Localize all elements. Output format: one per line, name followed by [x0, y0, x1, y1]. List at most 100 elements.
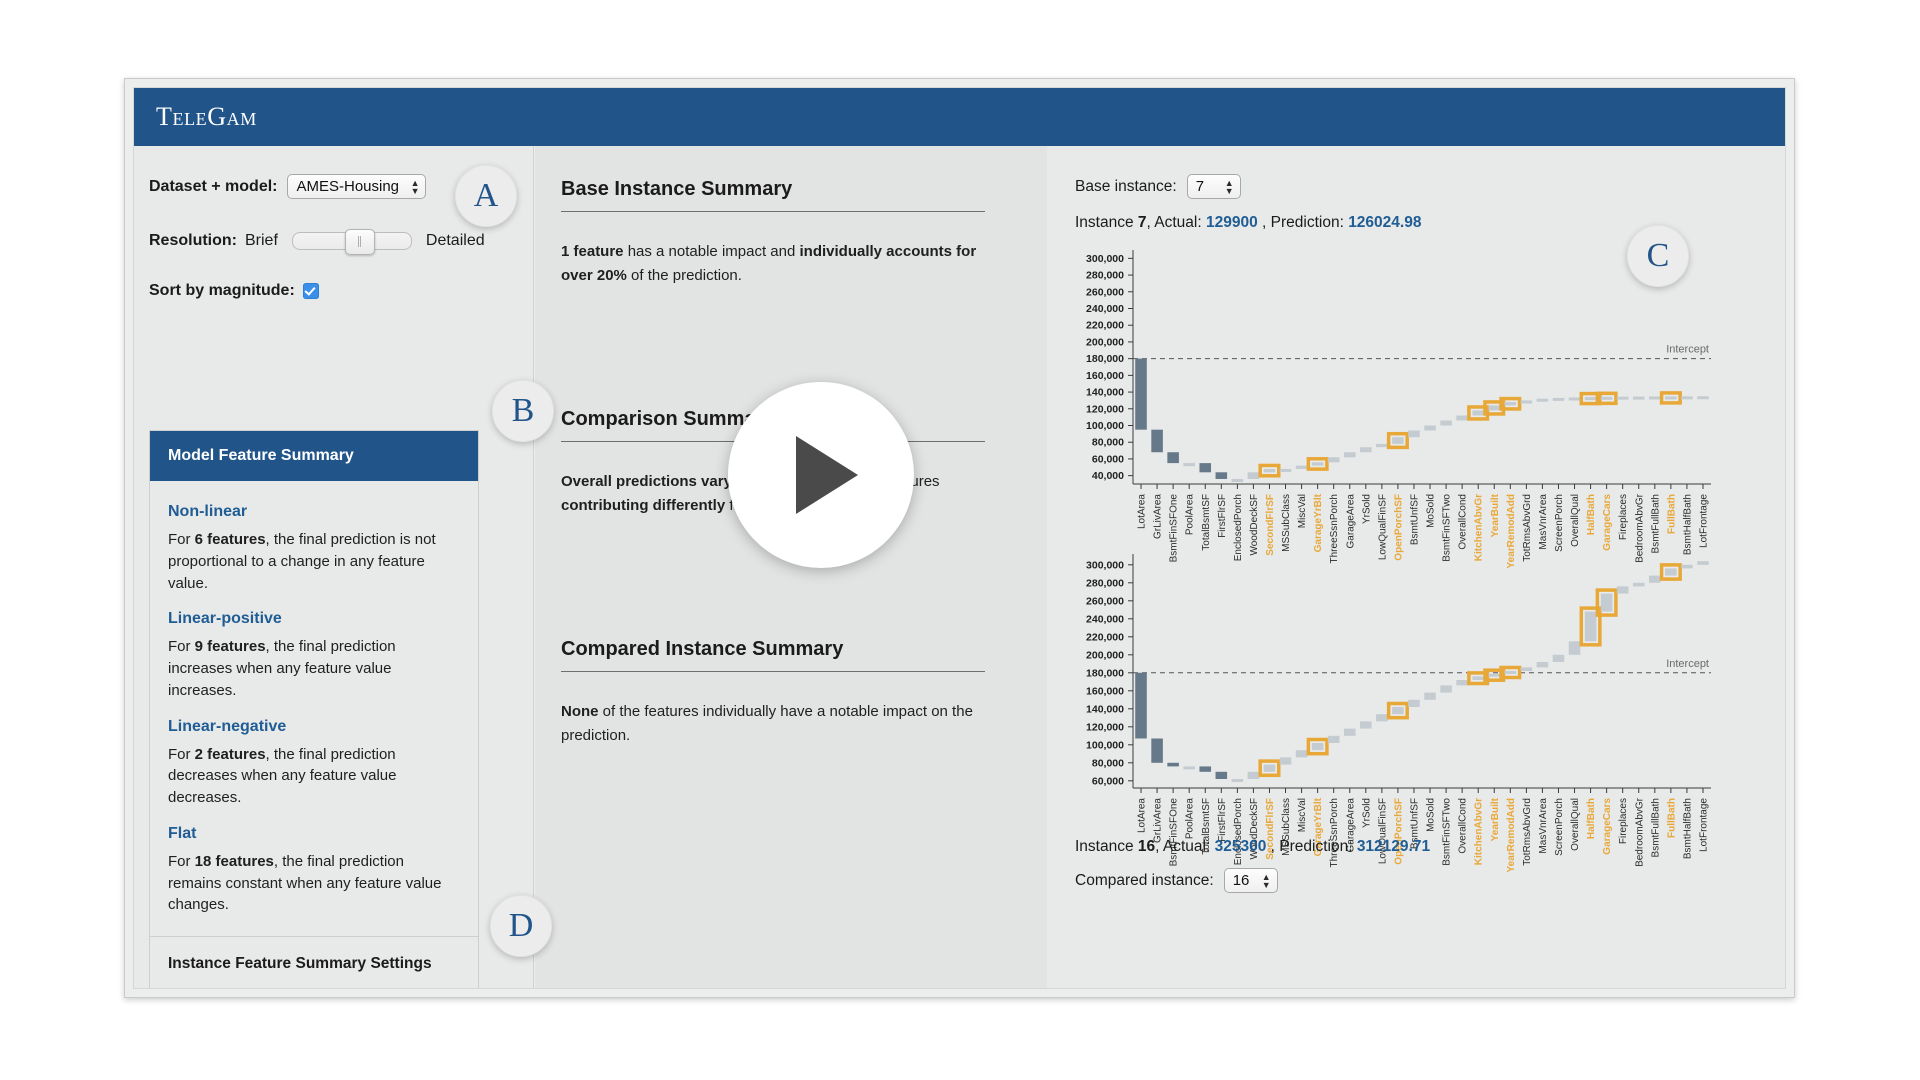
base-instance-select-label: Base instance:	[1075, 177, 1177, 195]
waterfall-bar	[1263, 468, 1276, 473]
x-tick-label: YrSold	[1361, 494, 1372, 524]
accordion-section-text-2: For 2 features, the final prediction dec…	[168, 745, 397, 807]
accordion-items: Instance Feature Summary SettingsInstanc…	[150, 936, 478, 988]
y-tick-label: 240,000	[1086, 613, 1124, 625]
waterfall-bar	[1504, 671, 1517, 674]
compared-instance-summary: Compared Instance Summary None of the fe…	[561, 638, 985, 748]
x-tick-label: OverallCond	[1458, 494, 1469, 550]
waterfall-bar	[1247, 771, 1260, 779]
x-tick-label: BsmtFullBath	[1650, 798, 1661, 857]
waterfall-bar	[1408, 430, 1420, 438]
callout-badge-d: D	[490, 895, 552, 957]
x-tick-label: GrLivArea	[1153, 798, 1164, 843]
resolution-slider[interactable]	[291, 229, 412, 255]
resolution-slider-handle[interactable]	[344, 229, 375, 255]
dataset-model-select[interactable]: AMES-Housing	[287, 174, 427, 199]
y-tick-label: 220,000	[1086, 631, 1124, 643]
waterfall-bar	[1199, 463, 1212, 473]
x-tick-label: Fireplaces	[1618, 798, 1629, 844]
waterfall-bar	[1167, 762, 1179, 767]
accordion-section-title-3: Flat	[168, 824, 197, 842]
x-tick-label: MiscVal	[1297, 494, 1308, 528]
application-window: TeleGam Dataset + model: AMES-Housing ▲ ▼…	[124, 78, 1795, 998]
waterfall-bar	[1552, 397, 1565, 401]
compared-instance-values: Instance 16, Actual: 325300 , Prediction…	[1075, 838, 1431, 855]
x-tick-label: BsmtUnfSF	[1409, 494, 1420, 545]
waterfall-bar	[1552, 654, 1565, 662]
waterfall-bar	[1456, 680, 1468, 686]
x-tick-label: MasVnrArea	[1538, 494, 1549, 550]
compared-instance-select[interactable]: 16	[1223, 868, 1278, 893]
waterfall-bar	[1600, 593, 1613, 612]
x-tick-label: Fireplaces	[1618, 494, 1629, 540]
waterfall-bar	[1520, 667, 1533, 671]
x-tick-label: BedroomAbvGr	[1634, 797, 1645, 867]
x-tick-label: MoSold	[1426, 494, 1437, 528]
waterfall-bar	[1649, 575, 1661, 583]
waterfall-bar	[1376, 714, 1388, 722]
accordion-section-title-0: Non-linear	[168, 503, 248, 520]
compared-instance-select-wrap[interactable]: 16 ▲ ▼	[1223, 868, 1278, 893]
summary-column: Base Instance Summary 1 feature has a no…	[535, 146, 1047, 988]
y-tick-label: 240,000	[1086, 303, 1124, 315]
x-tick-label: HalfBath	[1586, 494, 1597, 535]
waterfall-bar	[1135, 672, 1147, 739]
y-tick-label: 120,000	[1086, 721, 1124, 733]
x-tick-label: ScreenPorch	[1554, 494, 1565, 552]
waterfall-bar	[1681, 564, 1693, 569]
waterfall-bar	[1392, 437, 1404, 444]
waterfall-bar	[1279, 757, 1292, 765]
waterfall-bar	[1488, 405, 1501, 411]
y-tick-label: 300,000	[1086, 559, 1124, 571]
waterfall-bar	[1343, 452, 1356, 458]
waterfall-bar	[1247, 472, 1260, 479]
x-tick-label: OverallCond	[1458, 798, 1469, 854]
accordion-header-model-feature-summary[interactable]: Model Feature Summary	[150, 431, 478, 481]
y-tick-label: 180,000	[1086, 667, 1124, 679]
y-tick-label: 60,000	[1092, 453, 1124, 465]
waterfall-bar	[1151, 738, 1163, 763]
x-tick-label: ScreenPorch	[1554, 798, 1565, 856]
waterfall-bar	[1424, 425, 1436, 431]
x-tick-label: GarageCars	[1602, 494, 1613, 551]
waterfall-bar	[1584, 397, 1597, 401]
y-tick-label: 200,000	[1086, 336, 1124, 348]
y-tick-label: 160,000	[1086, 685, 1124, 697]
base-instance-select[interactable]: 7	[1186, 174, 1241, 199]
x-tick-label: LotArea	[1137, 798, 1148, 833]
x-tick-label: MSSubClass	[1281, 494, 1292, 552]
waterfall-bar	[1440, 685, 1452, 693]
dataset-model-select-wrap[interactable]: AMES-Housing ▲ ▼	[287, 174, 427, 199]
waterfall-bar	[1649, 396, 1661, 400]
x-tick-label: GarageCars	[1602, 798, 1613, 855]
x-tick-label: TotRmsAbvGrd	[1522, 798, 1533, 866]
dataset-model-label: Dataset + model:	[149, 177, 278, 195]
y-tick-label: 180,000	[1086, 353, 1124, 365]
y-tick-label: 280,000	[1086, 577, 1124, 589]
base-instance-select-wrap[interactable]: 7 ▲ ▼	[1186, 174, 1241, 199]
resolution-max-label: Detailed	[425, 232, 485, 249]
waterfall-bar	[1295, 750, 1308, 758]
callout-badge-b: B	[492, 380, 554, 442]
sort-by-magnitude-checkbox[interactable]	[302, 283, 319, 299]
accordion-section-text-1: For 9 features, the final prediction inc…	[168, 638, 396, 699]
waterfall-bar	[1295, 465, 1308, 469]
y-tick-label: 260,000	[1086, 595, 1124, 607]
resolution-label: Resolution:	[149, 232, 237, 249]
waterfall-bar	[1183, 463, 1195, 467]
x-tick-label: BsmtHalfBath	[1682, 798, 1693, 859]
waterfall-bar	[1231, 779, 1244, 782]
resolution-control: Resolution: Brief Detailed	[149, 229, 485, 255]
compared-instance-waterfall-svg: 60,000 80,000 100,000 120,000 140,000 160,000…	[1086, 554, 1711, 872]
x-tick-label: TotalBsmtSF	[1201, 494, 1212, 551]
y-tick-label: 100,000	[1086, 739, 1124, 751]
accordion-section-text-0: For 6 features, the final prediction is …	[168, 531, 436, 592]
accordion-item-0[interactable]: Instance Feature Summary Settings	[150, 936, 478, 988]
waterfall-bar	[1215, 472, 1228, 479]
play-button[interactable]	[728, 382, 914, 568]
intercept-label: Intercept	[1666, 344, 1709, 356]
waterfall-bar	[1472, 676, 1484, 680]
waterfall-bar	[1632, 396, 1645, 400]
y-tick-label: 60,000	[1092, 775, 1124, 787]
x-tick-label: YearBuilt	[1490, 493, 1501, 537]
